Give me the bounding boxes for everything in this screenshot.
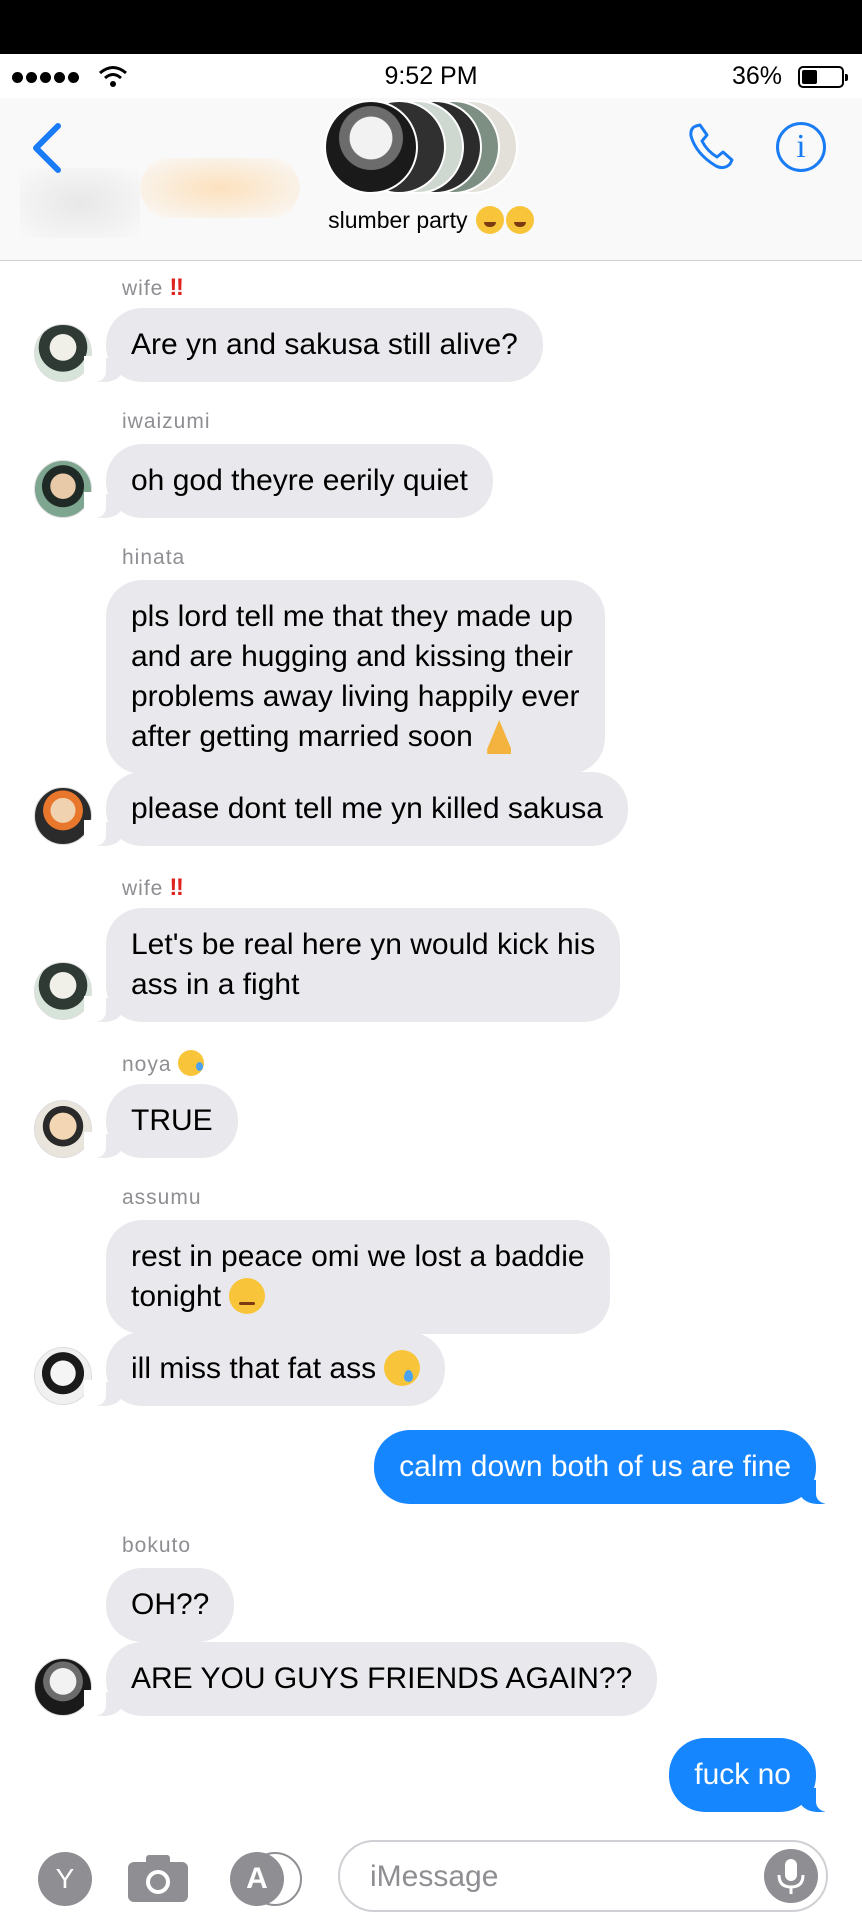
sender-name: bokuto [122, 1534, 192, 1557]
sender-name: noya [122, 1050, 205, 1077]
double-exclamation-emoji: ‼ [169, 874, 183, 901]
sender-name: assumu [122, 1186, 202, 1209]
sender-name: wife ‼ [122, 874, 184, 901]
partying-face-emoji [505, 206, 534, 234]
microphone-button[interactable] [764, 1849, 818, 1903]
partying-face-emoji [475, 206, 504, 234]
camera-icon[interactable] [126, 1852, 190, 1904]
message-bubble[interactable]: OH?? [106, 1568, 235, 1642]
phone-call-icon[interactable] [686, 120, 738, 172]
battery-percent: 36% [731, 62, 782, 90]
message-bubble[interactable]: ARE YOU GUYS FRIENDS AGAIN?? [83, 1642, 658, 1716]
group-name-row[interactable]: slumber party [0, 206, 862, 234]
sender-name: wife ‼ [122, 274, 184, 301]
sleepy-face-emoji [178, 1050, 205, 1076]
message-bubble[interactable]: oh god theyre eerily quiet [84, 444, 493, 518]
battery-icon [798, 66, 848, 88]
status-bar: 9:52 PM 36% [0, 54, 862, 98]
input-placeholder: iMessage [370, 1860, 499, 1893]
conversation-header: slumber party i [0, 98, 862, 261]
sender-name: iwaizumi [122, 410, 211, 433]
message-bubble[interactable]: please dont tell me yn killed sakusa [84, 772, 628, 846]
message-bubble[interactable]: TRUE [84, 1084, 238, 1158]
top-black-bar [0, 0, 862, 54]
message-bubble[interactable]: ill miss that fat ass [83, 1332, 446, 1406]
outgoing-message-bubble[interactable]: calm down both of us are fine [374, 1430, 838, 1504]
microphone-icon [777, 1859, 805, 1894]
group-name: slumber party [328, 207, 468, 233]
crying-face-emoji [384, 1350, 421, 1386]
imessage-input[interactable]: iMessage [338, 1840, 828, 1912]
outgoing-message-bubble[interactable]: fuck no [669, 1738, 838, 1812]
app-drawer-button[interactable]: Y [38, 1852, 92, 1906]
app-store-icon: A [230, 1852, 284, 1906]
compose-bar: Y A iMessage [0, 1822, 862, 1920]
sender-name: hinata [122, 546, 186, 569]
info-button[interactable]: i [776, 122, 826, 172]
pensive-face-emoji [229, 1278, 266, 1314]
back-chevron-icon[interactable] [28, 122, 68, 174]
folded-hands-emoji [481, 718, 517, 754]
group-avatar-stack[interactable] [324, 98, 544, 198]
message-bubble[interactable]: Let's be real here yn would kick his ass… [83, 908, 621, 1022]
message-bubble[interactable]: pls lord tell me that they made up and a… [106, 580, 605, 774]
message-bubble[interactable]: rest in peace omi we lost a baddie tonig… [106, 1220, 610, 1334]
app-store-button[interactable]: A [230, 1852, 304, 1906]
message-bubble[interactable]: Are yn and sakusa still alive? [84, 308, 543, 382]
double-exclamation-emoji: ‼ [169, 274, 183, 301]
